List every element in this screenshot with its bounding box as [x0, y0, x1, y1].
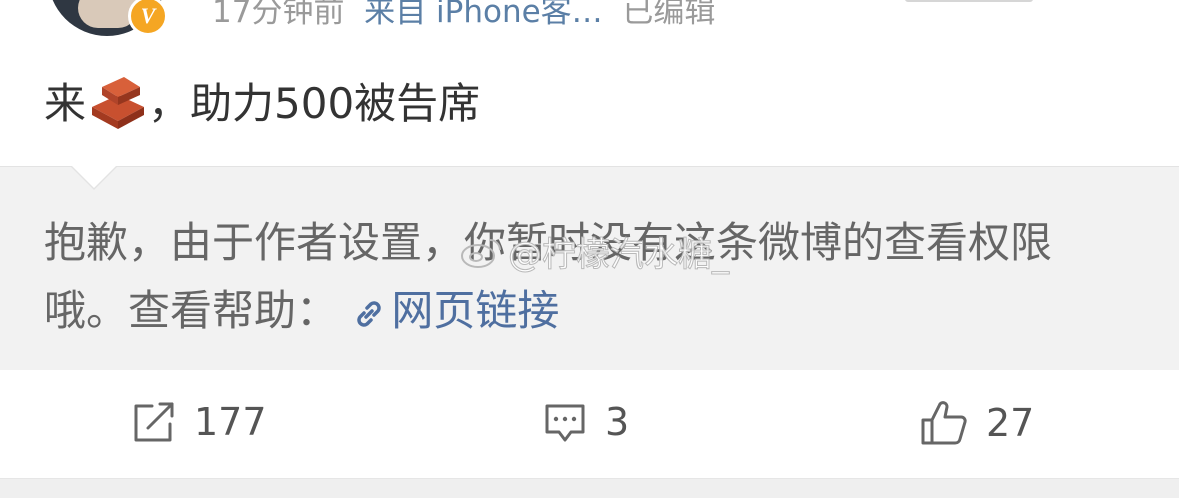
repost-icon — [134, 402, 174, 442]
retweet-quote-box[interactable]: 抱歉，由于作者设置，你暂时没有这条微博的查看权限哦。查看帮助： 网页链接 @柠檬… — [0, 166, 1179, 371]
verified-badge-icon: V — [128, 0, 168, 36]
post-source[interactable]: 来自 iPhone客… — [364, 0, 603, 30]
link-icon — [357, 300, 382, 327]
post-time: 17分钟前 — [212, 0, 345, 30]
edited-label: 已编辑 — [622, 0, 716, 30]
post-text-start: 来 — [44, 79, 87, 128]
weibo-watermark-icon — [461, 238, 501, 268]
comment-icon — [545, 404, 585, 442]
post-text: 来 ，助力500被告席 — [44, 70, 480, 131]
post-text-end: ，助力500被告席 — [148, 79, 481, 128]
watermark-text: @柠檬汽水糖_ — [508, 235, 730, 276]
repost-button[interactable]: 177 — [132, 400, 267, 444]
comment-count: 3 — [605, 400, 630, 444]
like-icon — [921, 401, 967, 445]
like-count: 27 — [986, 401, 1035, 445]
feed-separator — [0, 478, 1179, 498]
menu-button[interactable] — [905, 0, 1033, 2]
post-header: V 17分钟前 来自 iPhone客… 已编辑 — [0, 0, 1179, 40]
web-link-label: 网页链接 — [391, 286, 560, 335]
weibo-watermark: @柠檬汽水糖_ — [458, 227, 730, 276]
post-meta: 17分钟前 来自 iPhone客… 已编辑 — [212, 0, 715, 31]
brick-emoji — [92, 76, 145, 129]
comment-button[interactable]: 3 — [543, 400, 629, 444]
action-bar: 177 3 27 — [0, 370, 1179, 478]
web-link[interactable]: 网页链接 — [351, 286, 559, 335]
quote-caret — [72, 166, 116, 188]
repost-count: 177 — [194, 400, 267, 444]
like-button[interactable]: 27 — [920, 400, 1034, 446]
